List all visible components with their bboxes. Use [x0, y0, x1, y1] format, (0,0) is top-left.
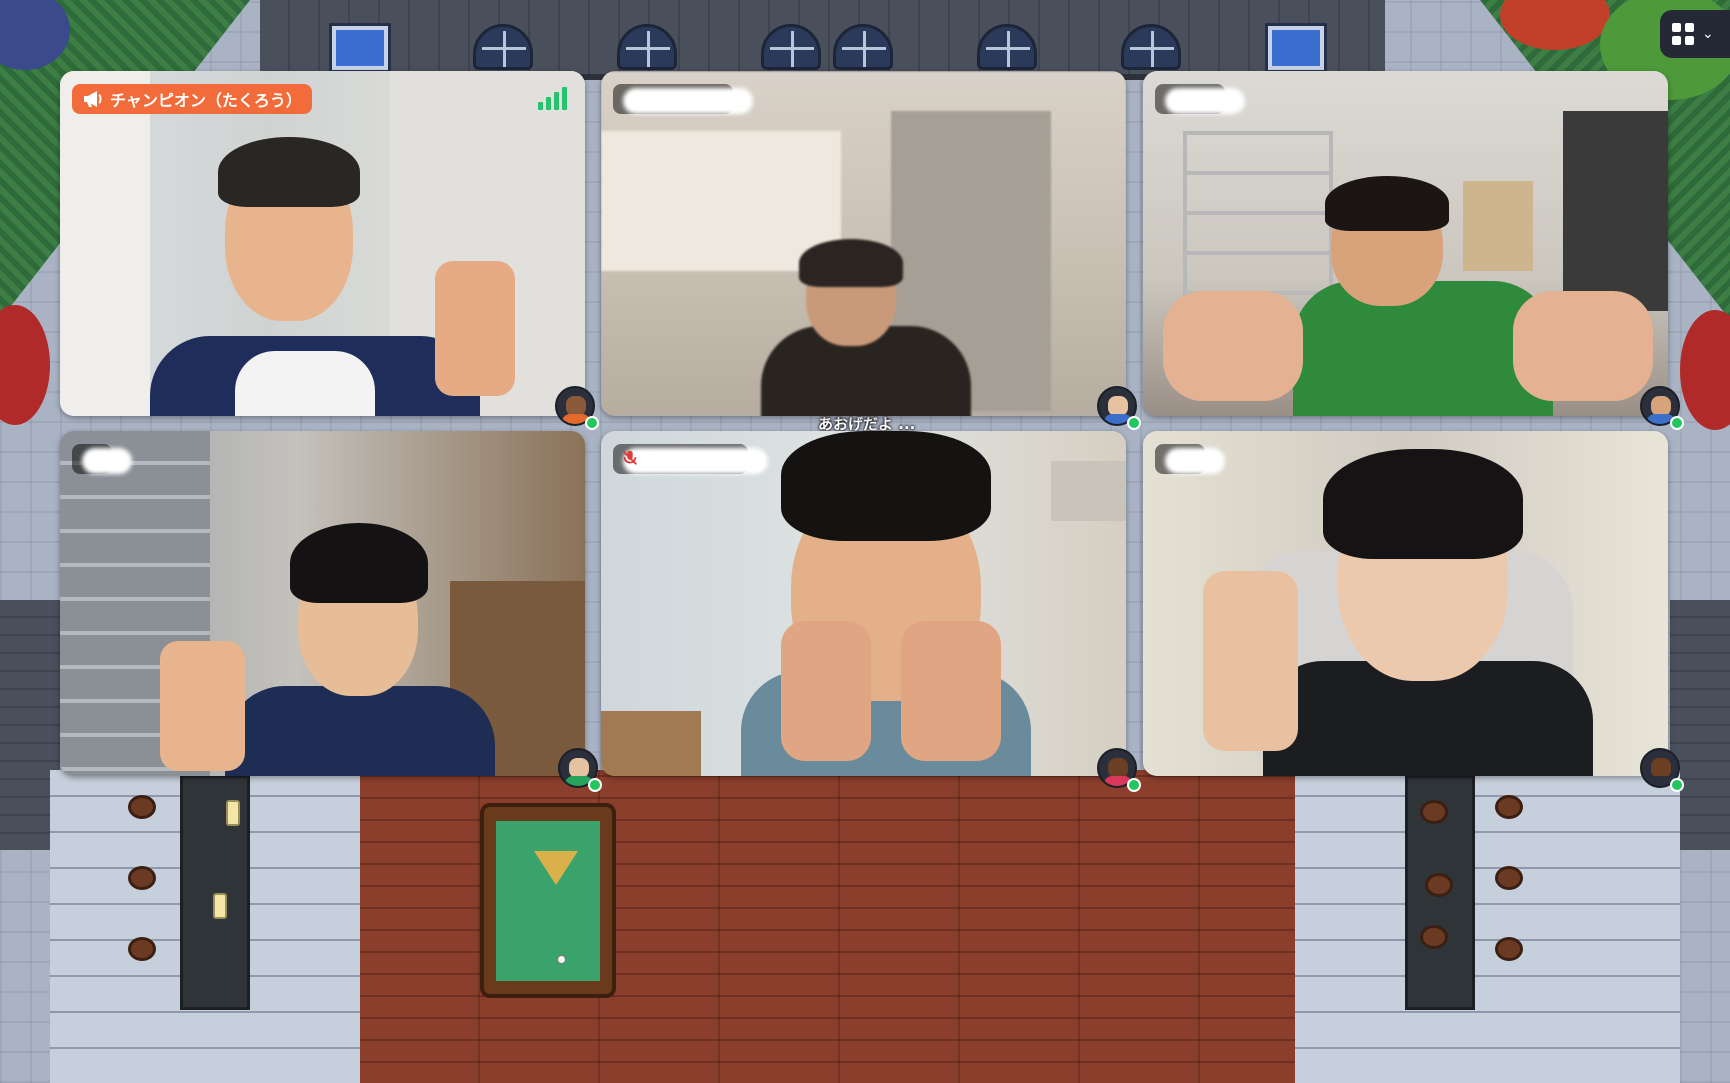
glass-object[interactable]: [226, 800, 240, 826]
cue-ball: [557, 955, 566, 964]
spotlight-name-tag: チャンピオン（たくろう）: [72, 84, 312, 114]
video-feed: [1143, 71, 1668, 416]
online-status-dot: [1670, 778, 1684, 792]
bar-stool[interactable]: [1495, 866, 1523, 890]
participant-name-tag: [613, 84, 733, 114]
online-status-dot: [588, 778, 602, 792]
participant-name-tag: [613, 444, 748, 474]
bar-stool[interactable]: [1420, 800, 1448, 824]
video-feed: [601, 431, 1126, 776]
grid-icon: [1672, 23, 1694, 45]
window: [332, 26, 388, 70]
bar-stool[interactable]: [1495, 937, 1523, 961]
online-status-dot: [1127, 416, 1141, 430]
video-feed: [60, 71, 585, 416]
bar-stool[interactable]: [1420, 925, 1448, 949]
video-tile[interactable]: [601, 431, 1126, 776]
participant-name-tag: [72, 444, 112, 474]
bar-stool[interactable]: [128, 937, 156, 961]
video-tile[interactable]: [1143, 71, 1668, 416]
glass-object[interactable]: [213, 893, 227, 919]
online-status-dot: [1127, 778, 1141, 792]
bar-stool[interactable]: [1495, 795, 1523, 819]
video-tile[interactable]: [60, 431, 585, 776]
bar-stool[interactable]: [1425, 873, 1453, 897]
pool-balls-rack: [534, 851, 578, 885]
virtual-space: あおげだよ ... チャンピオン（たくろう） ⌄: [0, 0, 1730, 1083]
pool-table-felt: [496, 821, 600, 981]
bar-stool[interactable]: [128, 866, 156, 890]
pool-table[interactable]: [480, 803, 616, 998]
participant-name-tag: [1155, 84, 1225, 114]
window: [1268, 26, 1324, 70]
connection-signal-icon: [538, 87, 567, 110]
video-feed: [1143, 431, 1668, 776]
video-feed: [60, 431, 585, 776]
video-tile[interactable]: [601, 71, 1126, 416]
megaphone-icon: [84, 91, 102, 107]
layout-menu-button[interactable]: ⌄: [1660, 10, 1730, 58]
video-feed: [601, 71, 1126, 416]
participant-name-tag: [1155, 444, 1205, 474]
online-status-dot: [585, 416, 599, 430]
video-tile[interactable]: [1143, 431, 1668, 776]
online-status-dot: [1670, 416, 1684, 430]
video-tile[interactable]: チャンピオン（たくろう）: [60, 71, 585, 416]
bar-stool[interactable]: [128, 795, 156, 819]
mic-off-icon: [623, 450, 637, 465]
building-wall: [260, 0, 1385, 80]
participant-name: チャンピオン（たくろう）: [110, 91, 302, 110]
chevron-down-icon: ⌄: [1702, 26, 1714, 42]
